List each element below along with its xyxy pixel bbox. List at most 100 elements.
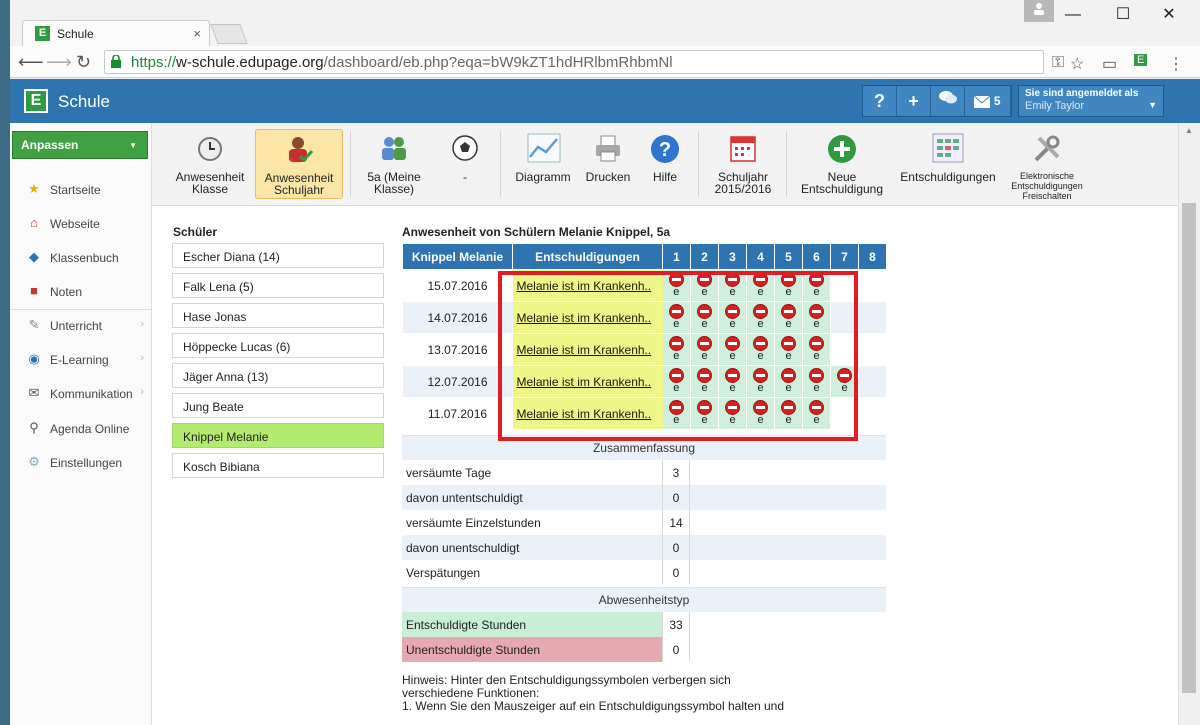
back-arrow-icon[interactable]: ⟵ xyxy=(18,52,44,73)
bookmark-star-icon[interactable]: ☆ xyxy=(1070,54,1084,74)
key-icon[interactable]: ⚿ xyxy=(1052,54,1064,72)
excuses-button[interactable]: Entschuldigungen xyxy=(896,129,1000,199)
absence-stop-icon[interactable] xyxy=(781,368,796,383)
forward-arrow-icon[interactable]: ⟶ xyxy=(46,52,72,73)
new-tab-button[interactable] xyxy=(210,24,248,44)
edupage-logo-icon[interactable]: E xyxy=(24,89,48,113)
sidebar-item-klassenbuch[interactable]: ◆ Klassenbuch xyxy=(10,243,152,271)
class-selector-button[interactable]: 5a (Meine Klasse) xyxy=(358,129,430,199)
reload-icon[interactable]: ↻ xyxy=(76,52,91,73)
ribbon-divider xyxy=(786,131,787,197)
absence-stop-icon[interactable] xyxy=(668,304,684,319)
absence-cell: e xyxy=(662,269,691,302)
minimize-button[interactable]: — xyxy=(1050,0,1096,30)
absence-stop-icon[interactable] xyxy=(668,272,684,287)
help-button[interactable]: ? xyxy=(863,86,897,116)
close-window-button[interactable]: ✕ xyxy=(1146,0,1192,30)
absence-cell: e xyxy=(774,301,803,334)
absence-stop-icon[interactable] xyxy=(809,272,824,287)
sidebar-item-startseite[interactable]: ★ Startseite xyxy=(10,175,152,203)
excuse-link[interactable]: Melanie ist im Krankenh.. xyxy=(517,279,652,293)
student-item[interactable]: Falk Lena (5) xyxy=(172,273,384,298)
student-item[interactable]: Jäger Anna (13) xyxy=(172,363,384,388)
sidebar-item-agenda-online[interactable]: ⚲ Agenda Online xyxy=(10,414,152,442)
subject-selector-button[interactable]: - xyxy=(432,129,498,199)
attendance-year-button[interactable]: Anwesenheit Schuljahr xyxy=(255,129,343,199)
absence-stop-icon[interactable] xyxy=(697,368,712,383)
add-button[interactable]: + xyxy=(897,86,931,116)
print-button[interactable]: Drucken xyxy=(580,129,636,199)
absence-stop-icon[interactable] xyxy=(809,304,824,319)
scrollbar[interactable]: ▲ xyxy=(1178,123,1200,725)
help-ribbon-button[interactable]: ? Hilfe xyxy=(640,129,690,199)
maximize-button[interactable]: ☐ xyxy=(1100,0,1146,30)
user-menu[interactable]: Sie sind angemeldet als Emily Taylor ▼ xyxy=(1018,85,1164,117)
calendar-icon xyxy=(727,133,759,165)
absence-stop-icon[interactable] xyxy=(781,336,796,351)
absence-stop-icon[interactable] xyxy=(781,304,796,319)
new-excuse-button[interactable]: Neue Entschuldigung xyxy=(794,129,890,199)
column-header-period: 5 xyxy=(774,243,803,270)
messages-button[interactable]: 5 xyxy=(965,86,1011,116)
excuse-link[interactable]: Melanie ist im Krankenh.. xyxy=(517,343,652,357)
scrollbar-thumb[interactable] xyxy=(1182,203,1196,693)
absence-stop-icon[interactable] xyxy=(725,336,740,351)
absence-stop-icon[interactable] xyxy=(725,304,740,319)
student-item[interactable]: Höppecke Lucas (6) xyxy=(172,333,384,358)
absence-stop-icon[interactable] xyxy=(668,336,684,351)
sidebar-item-webseite[interactable]: ⌂ Webseite xyxy=(10,209,152,237)
absence-cell: e xyxy=(830,365,859,398)
absence-stop-icon[interactable] xyxy=(697,304,712,319)
absence-stop-icon[interactable] xyxy=(697,400,712,415)
cast-icon[interactable]: ▭ xyxy=(1102,54,1117,74)
sidebar-item-kommunikation[interactable]: ✉ Kommunikation › xyxy=(10,379,152,407)
chevron-down-icon: ▼ xyxy=(1148,100,1157,110)
attendance-class-button[interactable]: Anwesenheit Klasse xyxy=(170,129,250,199)
diagram-button[interactable]: Diagramm xyxy=(508,129,578,199)
absence-stop-icon[interactable] xyxy=(781,400,796,415)
scroll-up-icon[interactable]: ▲ xyxy=(1185,126,1193,135)
sidebar-item-einstellungen[interactable]: ⚙ Einstellungen xyxy=(10,448,152,476)
absence-stop-icon[interactable] xyxy=(725,400,740,415)
button-label: Diagramm xyxy=(515,170,571,184)
sidebar-item-unterricht[interactable]: ✎ Unterricht › xyxy=(10,311,152,339)
sidebar-item-elearning[interactable]: ◉ E-Learning › xyxy=(10,345,152,373)
chat-icon[interactable] xyxy=(931,86,965,116)
absence-stop-icon[interactable] xyxy=(809,368,824,383)
absence-stop-icon[interactable] xyxy=(753,272,768,287)
absence-cell: e xyxy=(662,365,691,398)
absence-stop-icon[interactable] xyxy=(668,368,684,383)
student-item[interactable]: Hase Jonas xyxy=(172,303,384,328)
address-bar[interactable]: https://w-schule.edupage.org/dashboard/e… xyxy=(104,50,1044,74)
excuse-link[interactable]: Melanie ist im Krankenh.. xyxy=(517,375,652,389)
customize-button[interactable]: Anpassen ▼ xyxy=(12,131,148,159)
electronic-excuses-button[interactable]: Elektronische Entschuldigungen Freischal… xyxy=(1004,129,1090,201)
absence-stop-icon[interactable] xyxy=(809,400,824,415)
excuse-link[interactable]: Melanie ist im Krankenh.. xyxy=(517,407,652,421)
excuse-link[interactable]: Melanie ist im Krankenh.. xyxy=(517,311,652,325)
absence-stop-icon[interactable] xyxy=(725,368,740,383)
absence-mark: e xyxy=(841,382,848,394)
absence-stop-icon[interactable] xyxy=(809,336,824,351)
sidebar-item-noten[interactable]: ■ Noten xyxy=(10,277,152,305)
menu-icon[interactable]: ⋮ xyxy=(1168,54,1184,74)
absence-stop-icon[interactable] xyxy=(837,368,852,383)
absence-stop-icon[interactable] xyxy=(753,304,768,319)
student-item[interactable]: Jung Beate xyxy=(172,393,384,418)
absence-stop-icon[interactable] xyxy=(725,272,740,287)
app-title[interactable]: Schule xyxy=(58,92,110,112)
tab-close-icon[interactable]: × xyxy=(193,26,201,41)
student-item-selected[interactable]: Knippel Melanie xyxy=(172,423,384,448)
absence-stop-icon[interactable] xyxy=(753,368,768,383)
absence-stop-icon[interactable] xyxy=(781,272,796,287)
absence-stop-icon[interactable] xyxy=(697,336,712,351)
browser-tab[interactable]: E Schule × xyxy=(22,20,210,46)
student-item[interactable]: Escher Diana (14) xyxy=(172,243,384,268)
student-item[interactable]: Kosch Bibiana xyxy=(172,453,384,478)
absence-stop-icon[interactable] xyxy=(697,272,712,287)
absence-stop-icon[interactable] xyxy=(668,400,684,415)
extension-icon[interactable]: E xyxy=(1134,54,1148,66)
school-year-button[interactable]: Schuljahr 2015/2016 xyxy=(706,129,780,199)
absence-stop-icon[interactable] xyxy=(753,336,768,351)
absence-stop-icon[interactable] xyxy=(753,400,768,415)
